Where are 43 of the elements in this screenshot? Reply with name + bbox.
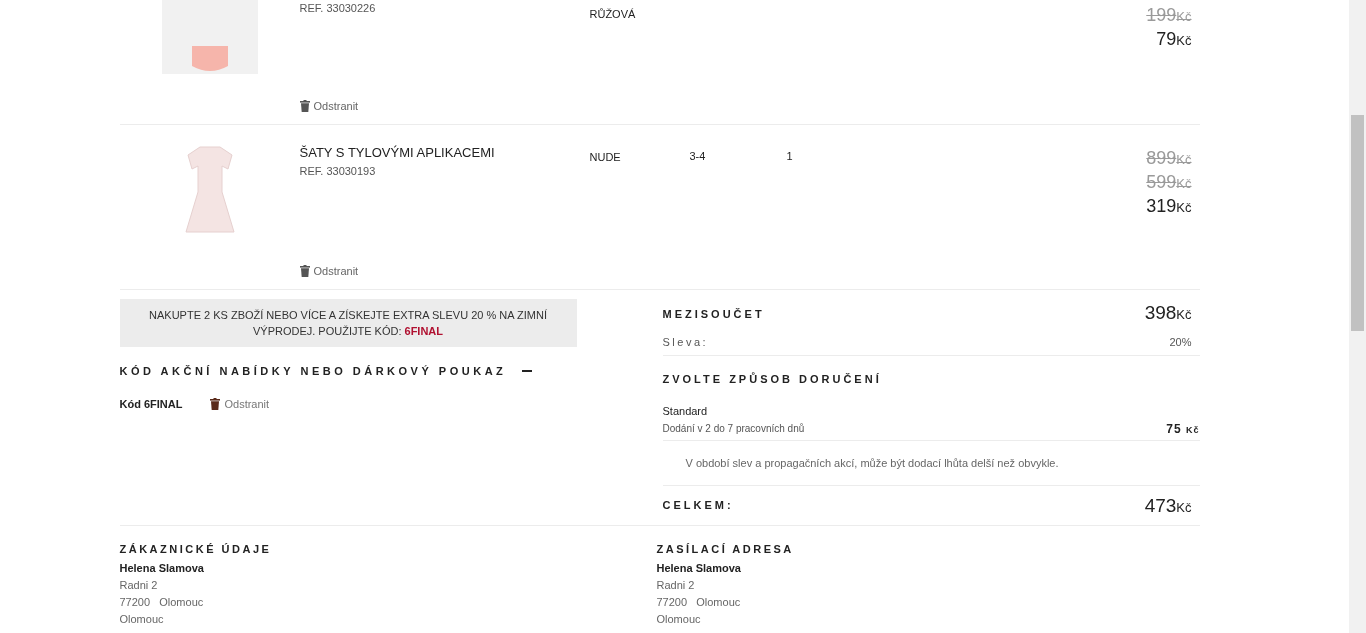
subtotal-label: MEZISOUČET	[662, 306, 765, 322]
address-heading: ZASÍLACÍ ADRESA	[656, 542, 795, 557]
address-heading: ZÁKAZNICKÉ ÚDAJE	[119, 542, 273, 557]
trash-icon	[210, 397, 221, 410]
product-colour: RŮŽOVÁ	[589, 8, 636, 20]
product-ref: REF. 33030226	[299, 1, 377, 16]
old-price: 599Kč	[1146, 173, 1192, 191]
product-size: 3-4	[689, 150, 706, 162]
voucher-heading: KÓD AKČNÍ NABÍDKY NEBO DÁRKOVÝ POUKAZ	[119, 364, 507, 379]
trash-icon	[299, 99, 310, 112]
price: 79Kč	[1156, 30, 1192, 48]
trash-icon	[299, 264, 310, 277]
address-name: Helena Slamova	[119, 561, 205, 576]
address-line: Radni 2	[656, 578, 696, 593]
delivery-description: Dodání v 2 do 7 pracovních dnů	[662, 422, 805, 436]
total-label: CELKEM:	[662, 498, 734, 514]
delivery-price: 75 Kč	[1166, 420, 1200, 438]
address-name: Helena Slamova	[656, 561, 742, 576]
address-line: 77200 Olomouc	[119, 595, 205, 610]
product-ref: REF. 33030193	[299, 163, 377, 179]
discount-value: 20%	[1169, 335, 1192, 350]
price: 473Kč	[1144, 496, 1192, 515]
price: 398Kč	[1144, 303, 1192, 322]
remove-code-button[interactable]: Odstranit	[210, 395, 270, 412]
old-price: 899Kč	[1146, 149, 1192, 167]
promo-banner: NAKUPTE 2 KS ZBOŽÍ NEBO VÍCE A ZÍSKEJTE EXTRA SLEVU 20 % NA ZIMNÍ VÝPRODEJ. POUŽIJTE KÓD: 6FINAL	[119, 299, 577, 347]
delivery-name: Standard	[662, 404, 709, 419]
discount-label: Sleva:	[662, 335, 709, 350]
product-quantity: 1	[786, 150, 793, 162]
remove-button[interactable]: Odstranit	[299, 97, 590, 114]
old-price: 199Kč	[1146, 6, 1192, 24]
scrollbar[interactable]	[1349, 0, 1366, 633]
product-name: ŠATY S TYLOVÝMI APLIKACEMI	[299, 144, 496, 162]
delivery-note: V období slev a propagačních akcí, může být dodací lhůta delší než obvykle.	[662, 440, 1200, 486]
product-colour: NUDE	[589, 151, 621, 163]
applied-code: Kód 6FINAL	[119, 396, 183, 412]
address-line: Radni 2	[119, 578, 159, 593]
address-line: Olomouc	[119, 612, 165, 627]
remove-button[interactable]: Odstranit	[299, 262, 590, 279]
delivery-heading: ZVOLTE ZPŮSOB DORUČENÍ	[662, 371, 883, 387]
price: 319Kč	[1146, 197, 1192, 215]
address-line: 77200 Olomouc	[656, 595, 742, 610]
address-line: Olomouc	[656, 612, 702, 627]
